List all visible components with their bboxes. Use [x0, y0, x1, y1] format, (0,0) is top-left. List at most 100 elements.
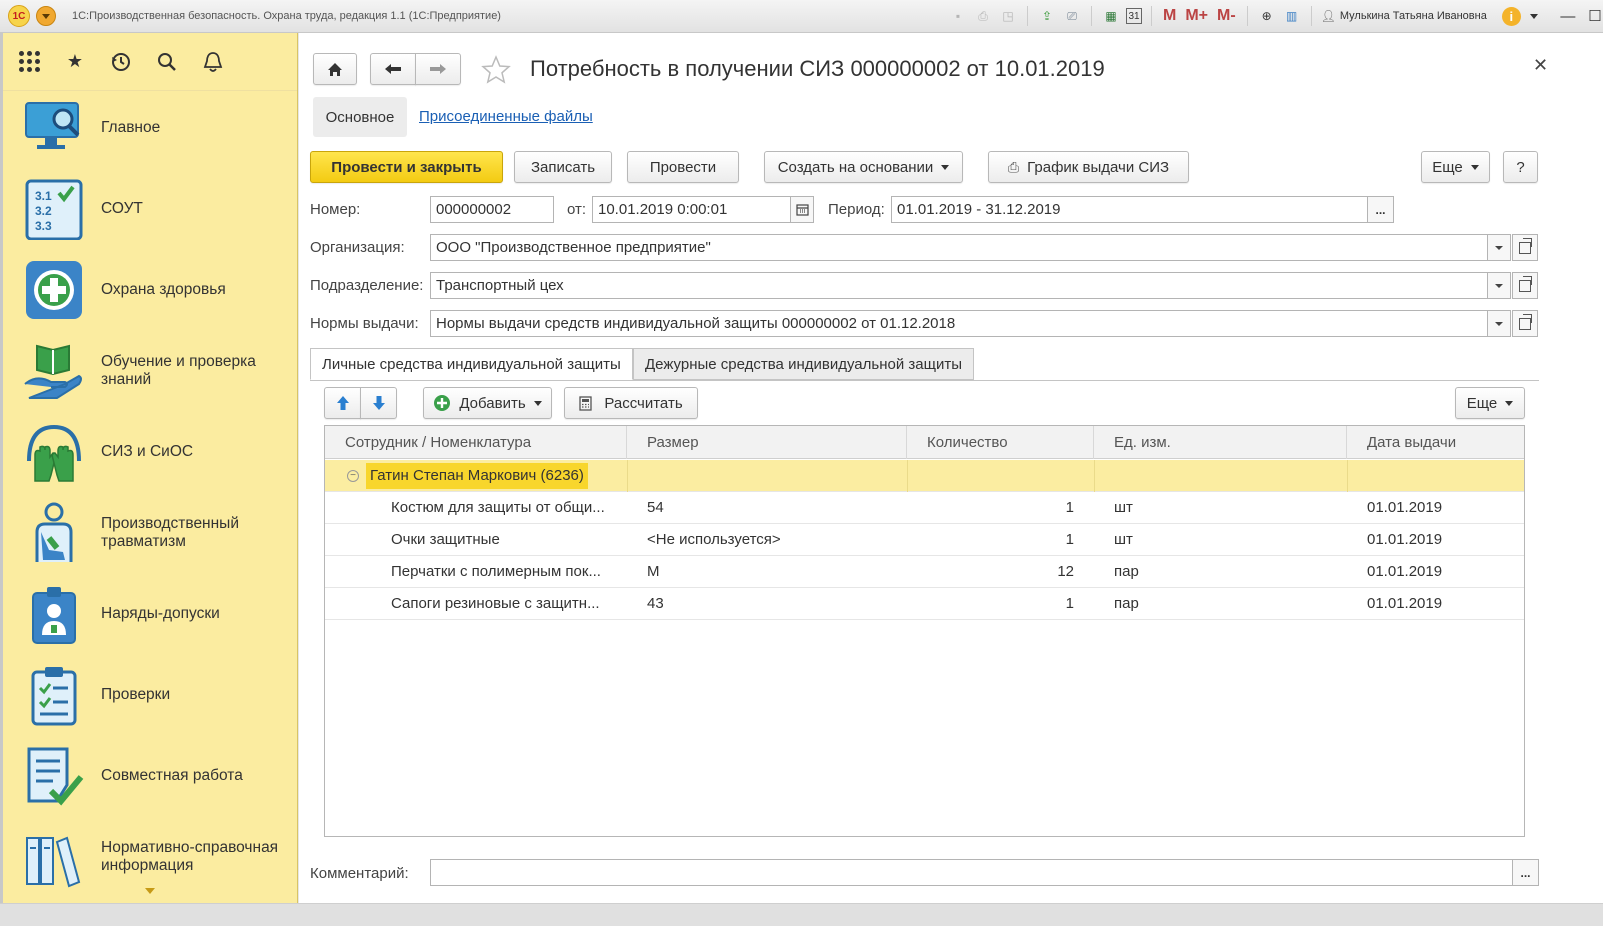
organization-field[interactable]: ООО "Производственное предприятие"	[430, 234, 1488, 261]
organization-dropdown[interactable]	[1487, 234, 1511, 261]
save-button[interactable]: Записать	[514, 151, 612, 183]
collapse-group-icon[interactable]: −	[347, 470, 359, 482]
cell-issue-date: 01.01.2019	[1367, 595, 1443, 612]
column-header-size[interactable]: Размер	[627, 426, 907, 459]
svg-text:3.2: 3.2	[35, 204, 52, 218]
preview-icon[interactable]: ◳	[998, 6, 1018, 26]
add-circle-icon	[434, 395, 451, 411]
memory-m-plus-button[interactable]: M+	[1183, 6, 1210, 26]
create-based-on-button[interactable]: Создать на основании	[764, 151, 963, 183]
sidebar-item-label: Нормативно-справочная информация	[101, 839, 279, 874]
home-button[interactable]	[313, 53, 357, 85]
table-row[interactable]: Очки защитные <Не используется> 1 шт 01.…	[325, 524, 1524, 556]
sidebar-item-training[interactable]: Обучение и проверка знаний	[23, 340, 293, 402]
department-dropdown[interactable]	[1487, 272, 1511, 299]
forward-button[interactable]	[415, 53, 461, 85]
back-button[interactable]	[370, 53, 416, 85]
comment-field[interactable]	[430, 859, 1513, 886]
norms-label: Нормы выдачи:	[310, 315, 419, 332]
tab-attached-files[interactable]: Присоединенные файлы	[419, 108, 593, 125]
period-field[interactable]: 01.01.2019 - 31.12.2019	[891, 196, 1368, 223]
move-up-button[interactable]	[324, 387, 361, 419]
column-header-issue-date[interactable]: Дата выдачи	[1347, 426, 1524, 459]
column-header-unit[interactable]: Ед. изм.	[1094, 426, 1347, 459]
info-menu-chevron-icon[interactable]	[1529, 13, 1538, 19]
sidebar-item-ppe[interactable]: СИЗ и СиОС	[23, 421, 293, 483]
sidebar-item-reference[interactable]: Нормативно-справочная информация	[23, 826, 293, 888]
calendar-picker-icon[interactable]	[790, 196, 814, 223]
table-row[interactable]: Костюм для защиты от общи... 54 1 шт 01.…	[325, 492, 1524, 524]
tab-personal-ppe[interactable]: Личные средства индивидуальной защиты	[310, 348, 633, 380]
calendar-icon[interactable]: 31	[1126, 8, 1142, 24]
table-more-button[interactable]: Еще	[1455, 387, 1525, 419]
favorite-star-icon[interactable]	[481, 55, 511, 89]
minimize-button[interactable]: —	[1557, 5, 1579, 27]
cell-size: <Не используется>	[647, 531, 781, 548]
toolbar-divider	[1246, 6, 1248, 26]
tab-duty-ppe[interactable]: Дежурные средства индивидуальной защиты	[633, 348, 974, 380]
sidebar-item-health[interactable]: Охрана здоровья	[23, 259, 293, 321]
favorites-star-icon[interactable]: ★	[63, 50, 87, 74]
period-select-button[interactable]: ...	[1367, 196, 1394, 223]
calculate-button[interactable]: Рассчитать	[564, 387, 698, 419]
upload-icon[interactable]: ⇪	[1037, 6, 1057, 26]
current-user[interactable]: 👤︎ Мулькина Татьяна Ивановна	[1321, 9, 1487, 23]
sidebar-item-inspections[interactable]: Проверки	[23, 664, 293, 726]
memory-m-button[interactable]: M	[1161, 6, 1178, 26]
organization-open-button[interactable]	[1512, 234, 1538, 261]
table-row[interactable]: Сапоги резиновые с защитн... 43 1 пар 01…	[325, 588, 1524, 620]
comment-edit-button[interactable]: ...	[1512, 859, 1539, 886]
post-button[interactable]: Провести	[627, 151, 739, 183]
table-group-row[interactable]: − Гатин Степан Маркович (6236)	[325, 460, 1524, 492]
column-header-quantity[interactable]: Количество	[907, 426, 1094, 459]
arrow-up-icon	[336, 396, 349, 410]
cell-size: 43	[647, 595, 664, 612]
date-field[interactable]: 10.01.2019 0:00:01	[592, 196, 791, 223]
norms-dropdown[interactable]	[1487, 310, 1511, 337]
sidebar-item-sout[interactable]: 3.1 3.2 3.3 СОУТ	[23, 178, 293, 241]
column-header-employee[interactable]: Сотрудник / Номенклатура	[325, 426, 627, 459]
scroll-down-chevron-icon[interactable]	[145, 888, 155, 894]
sidebar-item-injuries[interactable]: Производственный травматизм	[23, 502, 293, 564]
ppe-schedule-button[interactable]: ⎙ График выдачи СИЗ	[988, 151, 1189, 183]
move-down-button[interactable]	[360, 387, 397, 419]
norms-field[interactable]: Нормы выдачи средств индивидуальной защи…	[430, 310, 1488, 337]
info-icon[interactable]: i	[1501, 6, 1521, 26]
maximize-button[interactable]: ☐	[1584, 5, 1603, 27]
zoom-icon[interactable]: ⊕	[1257, 6, 1277, 26]
department-label: Подразделение:	[310, 277, 424, 294]
chevron-down-icon	[533, 400, 542, 406]
monitor-magnifier-icon	[23, 97, 85, 159]
department-open-button[interactable]	[1512, 272, 1538, 299]
save-icon[interactable]: ▪	[948, 6, 968, 26]
memory-m-minus-button[interactable]: M-	[1215, 6, 1238, 26]
sidebar-item-main[interactable]: Главное	[23, 97, 293, 159]
sidebar-item-collaboration[interactable]: Совместная работа	[23, 745, 293, 807]
book-hand-icon	[23, 340, 85, 402]
sections-panel: ★ Главное 3.1 3.2 3.3 СОУТ Охрана здоровья	[0, 33, 298, 903]
more-actions-button[interactable]: Еще	[1421, 151, 1490, 183]
number-field[interactable]: 000000002	[430, 196, 554, 223]
search-icon[interactable]	[155, 50, 179, 74]
close-form-icon[interactable]: ✕	[1533, 55, 1548, 76]
table-row[interactable]: Перчатки с полимерным пок... М 12 пар 01…	[325, 556, 1524, 588]
department-field[interactable]: Транспортный цех	[430, 272, 1488, 299]
print-icon[interactable]: ⎙	[973, 6, 993, 26]
sidebar-item-permits[interactable]: Наряды-допуски	[23, 583, 293, 645]
panels-icon[interactable]: ▥	[1282, 6, 1302, 26]
norms-open-button[interactable]	[1512, 310, 1538, 337]
home-icon	[328, 62, 342, 76]
ppe-table[interactable]: Сотрудник / Номенклатура Размер Количест…	[324, 425, 1525, 837]
help-button[interactable]: ?	[1503, 151, 1538, 183]
create-based-on-label: Создать на основании	[777, 158, 934, 176]
main-menu-button[interactable]	[36, 6, 56, 26]
scanner-icon[interactable]: ⎚	[1062, 6, 1082, 26]
tab-main[interactable]: Основное	[313, 97, 407, 137]
all-functions-icon[interactable]	[17, 50, 41, 74]
calculator-icon[interactable]: ▦	[1101, 6, 1121, 26]
sidebar-item-label: Охрана здоровья	[101, 281, 226, 298]
post-and-close-button[interactable]: Провести и закрыть	[310, 151, 503, 183]
notifications-bell-icon[interactable]	[201, 50, 225, 74]
history-icon[interactable]	[109, 50, 133, 74]
add-row-button[interactable]: Добавить	[423, 387, 552, 419]
